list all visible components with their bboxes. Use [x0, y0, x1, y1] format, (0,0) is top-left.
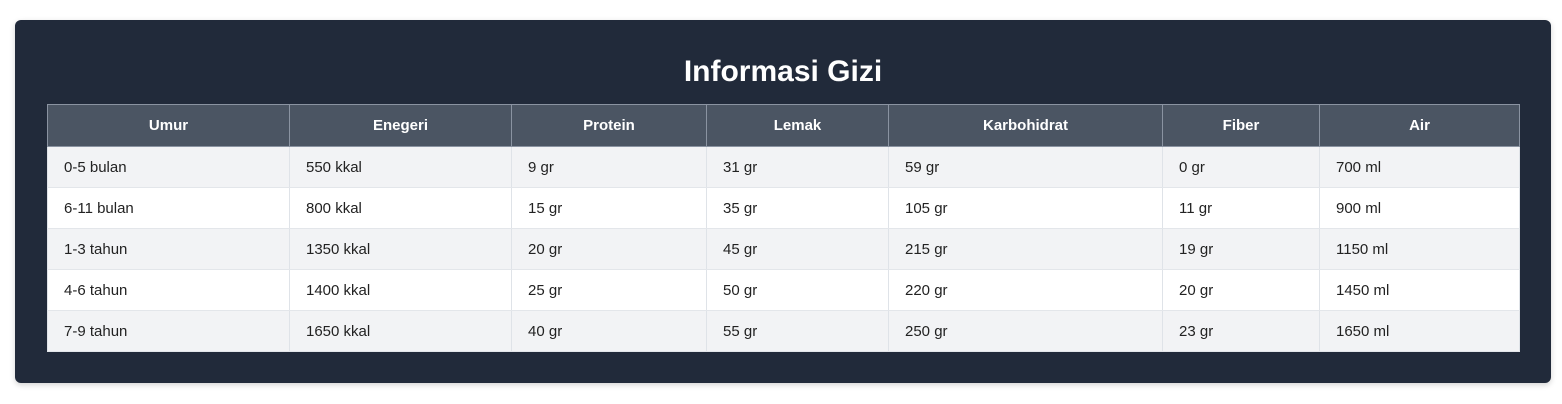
table-row: 1-3 tahun 1350 kkal 20 gr 45 gr 215 gr 1… — [47, 228, 1520, 270]
nutrition-table: Umur Enegeri Protein Lemak Karbohidrat F… — [47, 104, 1520, 352]
table-cell: 900 ml — [1319, 187, 1520, 229]
header-protein: Protein — [511, 104, 707, 147]
table-row: 0-5 bulan 550 kkal 9 gr 31 gr 59 gr 0 gr… — [47, 146, 1520, 188]
table-cell: 19 gr — [1162, 228, 1320, 270]
table-cell: 25 gr — [511, 269, 707, 311]
table-cell: 0 gr — [1162, 146, 1320, 188]
table-cell: 4-6 tahun — [47, 269, 290, 311]
table-row: 6-11 bulan 800 kkal 15 gr 35 gr 105 gr 1… — [47, 187, 1520, 229]
table-cell: 1400 kkal — [289, 269, 512, 311]
table-cell: 31 gr — [706, 146, 889, 188]
table-cell: 9 gr — [511, 146, 707, 188]
table-header-row: Umur Enegeri Protein Lemak Karbohidrat F… — [47, 104, 1520, 147]
table-cell: 20 gr — [1162, 269, 1320, 311]
table-cell: 1150 ml — [1319, 228, 1520, 270]
table-cell: 215 gr — [888, 228, 1163, 270]
table-cell: 6-11 bulan — [47, 187, 290, 229]
table-cell: 23 gr — [1162, 310, 1320, 352]
table-row: 4-6 tahun 1400 kkal 25 gr 50 gr 220 gr 2… — [47, 269, 1520, 311]
table-cell: 59 gr — [888, 146, 1163, 188]
table-cell: 800 kkal — [289, 187, 512, 229]
table-cell: 1-3 tahun — [47, 228, 290, 270]
table-cell: 1650 kkal — [289, 310, 512, 352]
table-cell: 250 gr — [888, 310, 1163, 352]
table-cell: 0-5 bulan — [47, 146, 290, 188]
table-row: 7-9 tahun 1650 kkal 40 gr 55 gr 250 gr 2… — [47, 310, 1520, 352]
table-cell: 1350 kkal — [289, 228, 512, 270]
page-title: Informasi Gizi — [683, 55, 883, 88]
table-cell: 35 gr — [706, 187, 889, 229]
table-cell: 15 gr — [511, 187, 707, 229]
table-cell: 550 kkal — [289, 146, 512, 188]
nutrition-card: Informasi Gizi Umur Enegeri Protein Lema… — [15, 20, 1551, 383]
table-cell: 11 gr — [1162, 187, 1320, 229]
header-umur: Umur — [47, 104, 290, 147]
table-cell: 105 gr — [888, 187, 1163, 229]
header-air: Air — [1319, 104, 1520, 147]
header-energi: Enegeri — [289, 104, 512, 147]
table-cell: 700 ml — [1319, 146, 1520, 188]
table-cell: 7-9 tahun — [47, 310, 290, 352]
table-cell: 20 gr — [511, 228, 707, 270]
table-cell: 220 gr — [888, 269, 1163, 311]
table-cell: 1650 ml — [1319, 310, 1520, 352]
header-fiber: Fiber — [1162, 104, 1320, 147]
header-lemak: Lemak — [706, 104, 889, 147]
table-cell: 45 gr — [706, 228, 889, 270]
header-karbohidrat: Karbohidrat — [888, 104, 1163, 147]
table-cell: 1450 ml — [1319, 269, 1520, 311]
table-cell: 40 gr — [511, 310, 707, 352]
table-cell: 50 gr — [706, 269, 889, 311]
table-cell: 55 gr — [706, 310, 889, 352]
